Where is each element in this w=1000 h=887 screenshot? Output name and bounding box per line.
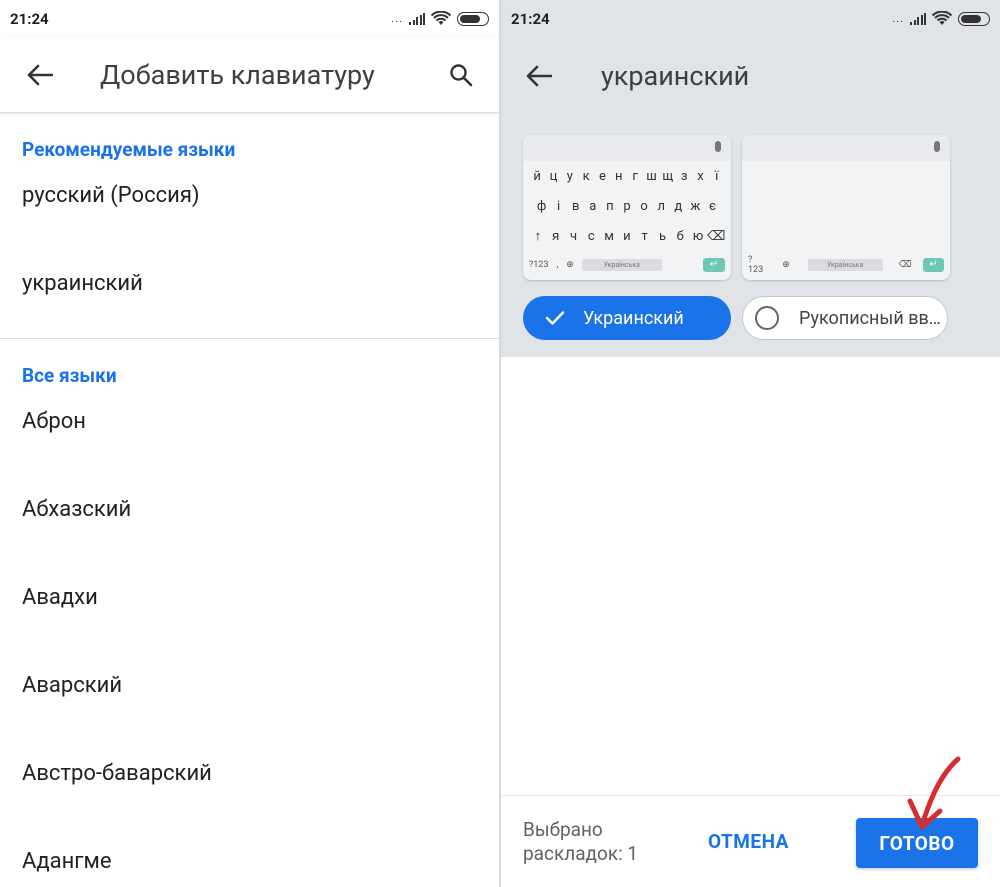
language-layout-screen: 21:24 ... украинский йцукенгшщзхї фівапр… bbox=[501, 0, 1000, 887]
backspace-icon: ⌫ bbox=[898, 260, 912, 270]
spacebar: Українська bbox=[807, 259, 883, 271]
keyboard-preview-ukrainian[interactable]: йцукенгшщзхї фівапролджє ↑ я ч с м и т ь б ю ⌫ ?12… bbox=[523, 135, 731, 280]
globe-icon: ⊕ bbox=[782, 260, 790, 270]
key-row-3: ↑ я ч с м и т ь б ю ⌫ bbox=[534, 228, 726, 245]
mic-icon bbox=[934, 141, 940, 152]
key-row-bottom: ?123 ⊕ Українська ⌫ ↵ bbox=[742, 251, 950, 279]
chip-label: Украинский bbox=[583, 307, 684, 329]
spacebar: Українська bbox=[581, 259, 662, 271]
key-row-1: йцукенгшщзхї bbox=[533, 168, 719, 184]
mic-icon bbox=[715, 141, 721, 152]
layout-selector: йцукенгшщзхї фівапролджє ↑ я ч с м и т ь б ю ⌫ ?12… bbox=[501, 114, 1000, 357]
list-item-language[interactable]: Австро-баварский bbox=[0, 740, 499, 828]
signal-icon bbox=[910, 12, 926, 25]
list-item-language[interactable]: Абхазский bbox=[0, 476, 499, 564]
notification-dots-icon: ... bbox=[391, 12, 403, 25]
key-row-bottom: ?123 , ⊕ Українська ↵ bbox=[523, 251, 731, 279]
globe-icon: ⊕ bbox=[566, 260, 574, 270]
app-bar: украинский bbox=[501, 37, 1000, 114]
chip-label: Рукописный вв… bbox=[799, 307, 941, 329]
wifi-icon bbox=[431, 10, 451, 25]
signal-icon bbox=[409, 12, 425, 25]
layout-chip-ukrainian[interactable]: Украинский bbox=[523, 296, 731, 340]
status-time: 21:24 bbox=[10, 9, 49, 28]
section-header-recommended: Рекомендуемые языки bbox=[22, 138, 236, 161]
back-button[interactable] bbox=[521, 58, 557, 94]
wifi-icon bbox=[932, 10, 952, 25]
arrow-back-icon bbox=[27, 64, 53, 85]
status-bar: 21:24 ... bbox=[501, 0, 1000, 37]
search-button[interactable] bbox=[443, 57, 479, 93]
page-title: украинский bbox=[601, 59, 750, 92]
search-icon bbox=[450, 64, 473, 87]
notification-dots-icon: ... bbox=[892, 12, 904, 25]
page-title: Добавить клавиатуру bbox=[100, 58, 375, 91]
list-item-language[interactable]: Аброн bbox=[0, 388, 499, 476]
status-bar: 21:24 ... bbox=[0, 0, 499, 37]
battery-icon bbox=[457, 11, 489, 26]
enter-icon: ↵ bbox=[703, 258, 725, 272]
keyboard-preview-handwriting[interactable]: ?123 ⊕ Українська ⌫ ↵ bbox=[742, 135, 950, 280]
list-item-language[interactable]: Адангме bbox=[0, 828, 499, 887]
back-button[interactable] bbox=[22, 57, 58, 93]
arrow-back-icon bbox=[526, 65, 552, 86]
battery-icon bbox=[958, 11, 990, 26]
layout-chip-handwriting[interactable]: Рукописный вв… bbox=[742, 296, 948, 340]
status-icons: ... bbox=[391, 10, 489, 27]
check-icon bbox=[535, 310, 575, 326]
status-icons: ... bbox=[892, 10, 990, 27]
app-bar: Добавить клавиатуру bbox=[0, 37, 499, 113]
enter-icon: ↵ bbox=[923, 258, 945, 272]
list-item-russian[interactable]: русский (Россия) bbox=[0, 162, 499, 250]
radio-unchecked-icon bbox=[755, 306, 779, 330]
status-time: 21:24 bbox=[511, 9, 550, 28]
list-item-language[interactable]: Авадхи bbox=[0, 564, 499, 652]
list-item-ukrainian[interactable]: украинский bbox=[0, 250, 499, 338]
selected-count: Выбрано раскладок: 1 bbox=[523, 817, 639, 865]
key-row-2: фівапролджє bbox=[536, 198, 716, 214]
cancel-button[interactable]: ОТМЕНА bbox=[708, 830, 789, 853]
section-header-all: Все языки bbox=[22, 364, 117, 387]
list-item-language[interactable]: Аварский bbox=[0, 652, 499, 740]
add-keyboard-screen: 21:24 ... Добавить клавиатуру Рекомендуе… bbox=[0, 0, 499, 887]
annotation-arrow-icon bbox=[907, 756, 961, 830]
